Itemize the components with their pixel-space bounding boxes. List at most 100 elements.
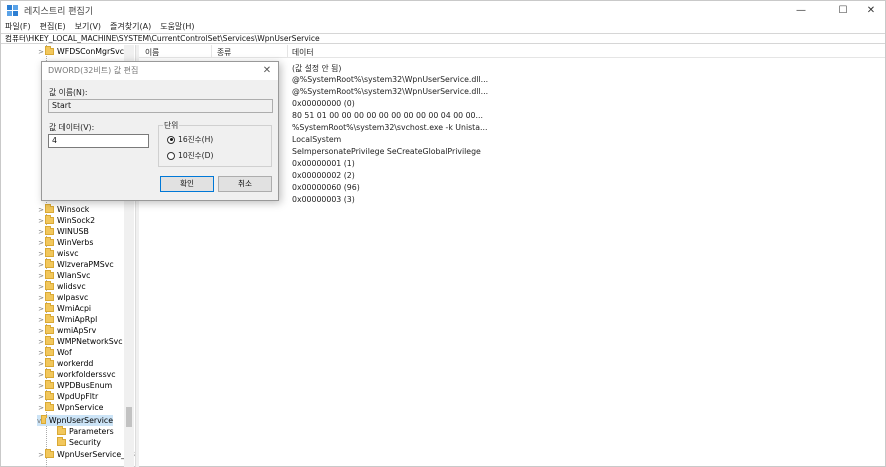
value-data-cell[interactable]: (값 설정 안 됨) — [292, 63, 341, 75]
tree-child-item[interactable]: Security — [57, 437, 101, 448]
folder-icon — [45, 204, 54, 213]
tree-item[interactable]: > wlidsvc — [37, 281, 86, 292]
value-data-field[interactable]: 4 — [48, 134, 149, 148]
tree-item[interactable]: > wmiApSrv — [37, 325, 96, 336]
value-data-cell[interactable]: 0x00000002 (2) — [292, 171, 355, 183]
folder-icon — [45, 449, 54, 458]
tree-item[interactable]: > WPDBusEnum — [37, 380, 112, 391]
cancel-button[interactable]: 취소 — [218, 176, 272, 192]
chevron-right-icon[interactable]: > — [37, 283, 45, 291]
tree-item[interactable]: > WpnService — [37, 402, 103, 413]
chevron-right-icon[interactable]: > — [37, 404, 45, 412]
radio-checked-icon[interactable] — [167, 135, 175, 144]
value-data-cell[interactable]: @%SystemRoot%\system32\WpnUserService.dl… — [292, 87, 488, 99]
folder-icon — [45, 358, 54, 367]
folder-icon — [45, 248, 54, 257]
tree-item[interactable]: > WFDSConMgrSvc — [37, 46, 124, 57]
value-data-cell[interactable]: SeImpersonatePrivilege SeCreateGlobalPri… — [292, 147, 481, 159]
value-name-field[interactable]: Start — [48, 99, 273, 113]
tree-item[interactable]: > WpdUpFltr — [37, 391, 98, 402]
tree-child-item[interactable]: Parameters — [57, 426, 114, 437]
folder-icon — [45, 369, 54, 378]
folder-icon — [45, 391, 54, 400]
hex-radio[interactable]: 16진수(H) — [167, 134, 213, 145]
folder-icon — [57, 437, 66, 446]
value-data-cell[interactable]: 0x00000000 (0) — [292, 99, 355, 111]
dec-radio[interactable]: 10진수(D) — [167, 150, 213, 161]
tree-item[interactable]: > workfolderssvc — [37, 369, 116, 380]
column-data[interactable]: 데이터 — [292, 47, 314, 58]
menu-view[interactable]: 보기(V) — [75, 21, 101, 32]
tree-item[interactable]: > WpnUserService_33... — [37, 449, 135, 460]
tree-item-label: wisvc — [57, 249, 79, 258]
tree-item[interactable]: > WINUSB — [37, 226, 89, 237]
menu-edit[interactable]: 편집(E) — [40, 21, 66, 32]
value-data-cell[interactable]: 0x00000060 (96) — [292, 183, 360, 195]
chevron-right-icon[interactable]: > — [37, 338, 45, 346]
value-data-cell[interactable]: @%SystemRoot%\system32\WpnUserService.dl… — [292, 75, 488, 87]
tree-item-label: WINUSB — [57, 227, 89, 236]
chevron-right-icon[interactable]: > — [37, 48, 45, 56]
column-name[interactable]: 이름 — [145, 47, 159, 58]
chevron-right-icon[interactable]: > — [37, 228, 45, 236]
chevron-right-icon[interactable]: > — [37, 272, 45, 280]
value-data-label: 값 데이터(V): — [49, 123, 95, 132]
tree-item[interactable]: > Wof — [37, 347, 72, 358]
tree-item[interactable]: > WinVerbs — [37, 237, 93, 248]
address-bar[interactable]: 컴퓨터\HKEY_LOCAL_MACHINE\SYSTEM\CurrentCon… — [1, 33, 885, 44]
tree-item[interactable]: > WinSock2 — [37, 215, 95, 226]
value-data-cell[interactable]: %SystemRoot%\system32\svchost.exe -k Uni… — [292, 123, 487, 135]
column-separator[interactable] — [287, 45, 288, 58]
chevron-right-icon[interactable]: > — [37, 371, 45, 379]
tree-item-selected[interactable]: v WpnUserService — [37, 415, 113, 426]
chevron-right-icon[interactable]: > — [37, 316, 45, 324]
chevron-right-icon[interactable]: > — [37, 305, 45, 313]
tree-item-label: WlzveraPMSvc — [57, 260, 114, 269]
tree-item[interactable]: > Winsock — [37, 204, 89, 215]
chevron-right-icon[interactable]: > — [37, 382, 45, 390]
dialog-close-button[interactable]: ✕ — [260, 63, 274, 78]
chevron-right-icon[interactable]: > — [37, 250, 45, 258]
tree-item[interactable]: > wlpasvc — [37, 292, 88, 303]
chevron-right-icon[interactable]: > — [37, 206, 45, 214]
tree-item-label: WmiApRpl — [57, 315, 98, 324]
value-data-cell[interactable]: 0x00000003 (3) — [292, 195, 355, 207]
radio-unchecked-icon[interactable] — [167, 151, 175, 160]
chevron-right-icon[interactable]: > — [37, 294, 45, 302]
chevron-right-icon[interactable]: > — [37, 261, 45, 269]
tree-item[interactable]: > workerdd — [37, 358, 93, 369]
value-name-label: 값 이름(N): — [49, 88, 88, 97]
ok-button[interactable]: 확인 — [160, 176, 214, 192]
chevron-right-icon[interactable]: > — [37, 239, 45, 247]
tree-item-label: WpdUpFltr — [57, 392, 99, 401]
menu-help[interactable]: 도움말(H) — [160, 21, 194, 32]
folder-icon — [45, 215, 54, 224]
value-data-cell[interactable]: LocalSystem — [292, 135, 341, 147]
tree-item[interactable]: > WlzveraPMSvc — [37, 259, 114, 270]
column-separator[interactable] — [211, 45, 212, 58]
menu-favorites[interactable]: 즐겨찾기(A) — [110, 21, 151, 32]
chevron-right-icon[interactable]: > — [37, 217, 45, 225]
chevron-right-icon[interactable]: > — [37, 360, 45, 368]
chevron-right-icon[interactable]: > — [37, 451, 45, 459]
close-button[interactable]: ✕ — [857, 1, 885, 19]
folder-icon — [45, 347, 54, 356]
column-type[interactable]: 종류 — [217, 47, 231, 58]
folder-icon — [45, 270, 54, 279]
tree-item[interactable]: > WlanSvc — [37, 270, 90, 281]
tree-item-label: WpnUserService — [48, 416, 113, 425]
value-data-cell[interactable]: 80 51 01 00 00 00 00 00 00 00 00 00 04 0… — [292, 111, 483, 123]
scroll-thumb[interactable] — [126, 407, 132, 427]
tree-item[interactable]: > wisvc — [37, 248, 79, 259]
tree-item[interactable]: > WMPNetworkSvc — [37, 336, 123, 347]
chevron-right-icon[interactable]: > — [37, 327, 45, 335]
menu-file[interactable]: 파일(F) — [5, 21, 31, 32]
maximize-button[interactable]: ☐ — [829, 1, 857, 19]
chevron-right-icon[interactable]: > — [37, 349, 45, 357]
chevron-right-icon[interactable]: > — [37, 393, 45, 401]
tree-item-label: workfolderssvc — [57, 370, 116, 379]
value-data-cell[interactable]: 0x00000001 (1) — [292, 159, 355, 171]
tree-item[interactable]: > WmiApRpl — [37, 314, 97, 325]
tree-item[interactable]: > WmiAcpi — [37, 303, 91, 314]
minimize-button[interactable]: — — [787, 1, 815, 19]
